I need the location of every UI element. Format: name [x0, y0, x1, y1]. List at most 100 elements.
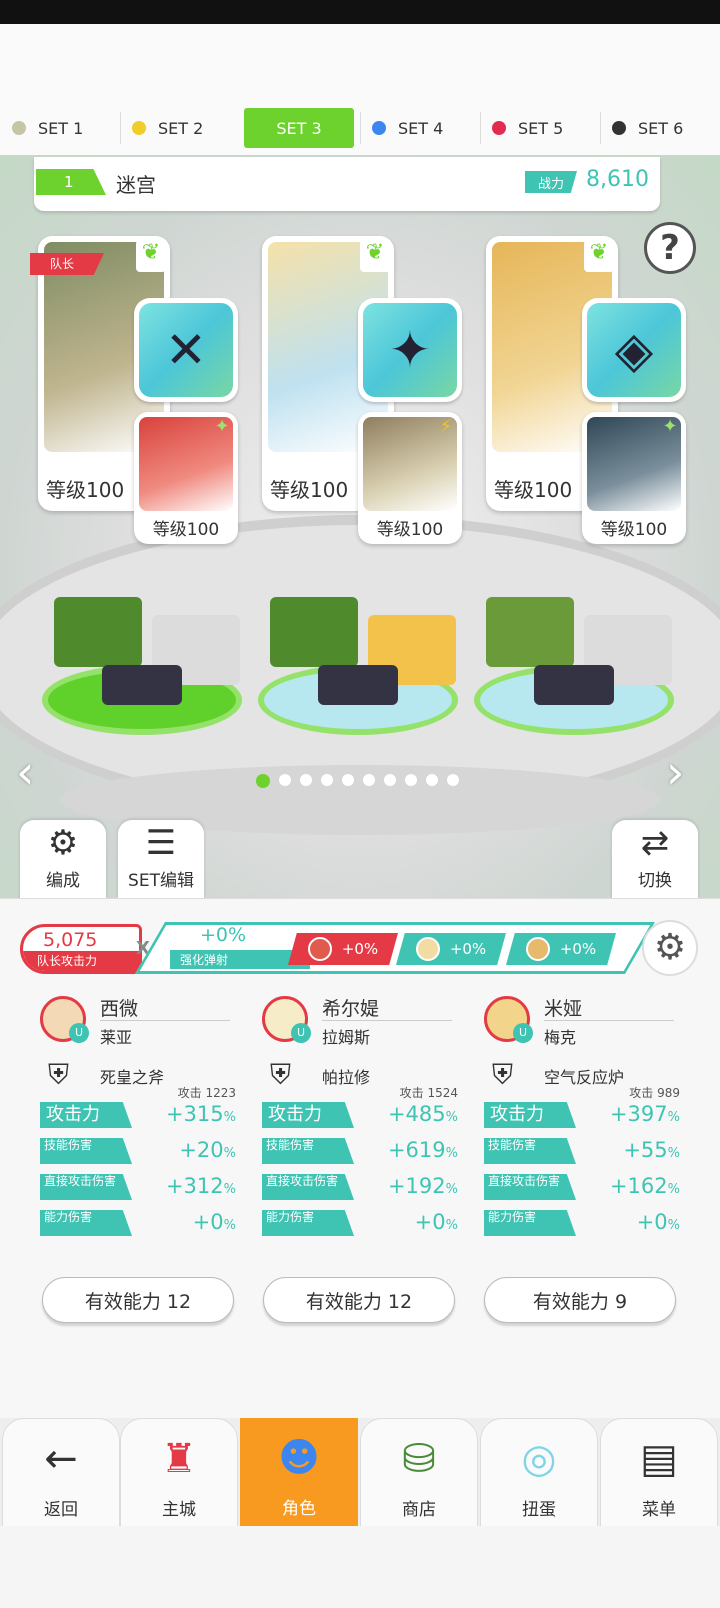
boost-label: 强化弹射	[170, 950, 310, 969]
sub-hero-card-1[interactable]: ✦ 等级100	[134, 412, 238, 544]
stat-ability-damage: 能力伤害 +0%	[262, 1206, 458, 1236]
effective-ability-button-2[interactable]: 有效能力 12	[263, 1277, 455, 1323]
character-column-2: U 希尔媞 拉姆斯 ⛨ 帕拉修 攻击 1524 攻击力 +485% 技能伤害 +619…	[262, 990, 458, 1290]
halberd-weapon-icon: ✦	[363, 303, 457, 397]
set-dot-icon	[132, 121, 146, 135]
shield-sword-icon: ⛨	[270, 1058, 292, 1091]
weapon-name: 帕拉修	[322, 1068, 371, 1087]
page-dot[interactable]	[447, 774, 459, 786]
sub-hero-card-3[interactable]: ✦ 等级100	[582, 412, 686, 544]
stat-skill-damage: 技能伤害 +55%	[484, 1134, 680, 1164]
dungeon-level-badge: 1	[36, 169, 106, 195]
weapon-slot-2[interactable]: ✦	[358, 298, 462, 402]
nav-back[interactable]: ← 返回	[2, 1418, 120, 1526]
sub-character-name: 拉姆斯	[322, 1028, 371, 1047]
tab-set-4[interactable]: SET 4	[372, 108, 476, 148]
leader-badge: 队长	[30, 253, 104, 275]
leaf-element-icon: ❦	[360, 240, 390, 272]
star-icon: ✦	[214, 416, 230, 437]
dungeon-bar[interactable]: 1 迷宫 战力 8,610	[34, 157, 660, 211]
avatar[interactable]: U	[484, 996, 533, 1043]
switch-button[interactable]: ⇄ 切换	[612, 820, 698, 900]
power-label: 战力	[525, 171, 577, 193]
leader-attack-label: 队长攻击力	[23, 951, 139, 971]
weapon-slot-1[interactable]: ✕	[134, 298, 238, 402]
sub-hero-level: 等级100	[600, 520, 668, 540]
tab-set-1[interactable]: SET 1	[12, 108, 116, 148]
character-column-3: U 米娅 梅克 ⛨ 空气反应炉 攻击 989 攻击力 +397% 技能伤害 +55% …	[484, 990, 680, 1290]
stat-direct-damage: 直接攻击伤害 +312%	[40, 1170, 236, 1200]
set-dot-icon	[12, 121, 26, 135]
pedestal-1	[42, 595, 242, 735]
page-dot[interactable]	[256, 774, 270, 788]
boost-value: +0%	[200, 924, 247, 946]
unit-badge-icon: U	[69, 1023, 89, 1043]
nav-gacha[interactable]: ◎ 扭蛋	[480, 1418, 598, 1526]
page-dot[interactable]	[300, 774, 312, 786]
page-dot[interactable]	[405, 774, 417, 786]
hero-face-icon	[415, 937, 440, 961]
page-dot[interactable]	[342, 774, 354, 786]
stat-ability-damage: 能力伤害 +0%	[484, 1206, 680, 1236]
gacha-icon: ◎	[521, 1436, 557, 1482]
set-dot-icon	[372, 121, 386, 135]
weapon-name: 死皇之斧	[100, 1068, 165, 1087]
sub-hero-card-2[interactable]: ⚡ 等级100	[358, 412, 462, 544]
page-dot[interactable]	[426, 774, 438, 786]
tab-set-5[interactable]: SET 5	[492, 108, 596, 148]
chevron-right-icon[interactable]: ›	[666, 745, 684, 799]
tab-set-3[interactable]: SET 3	[244, 108, 354, 148]
page-indicator	[256, 774, 459, 788]
boost-chip-1: +0%	[288, 933, 398, 965]
back-arrow-icon: ←	[44, 1436, 78, 1482]
nav-castle[interactable]: ♜ 主城	[120, 1418, 238, 1526]
nav-character[interactable]: ☻ 角色	[240, 1418, 358, 1526]
stat-attack: 攻击 989 攻击力 +397%	[484, 1086, 680, 1128]
core-weapon-icon: ◈	[587, 303, 681, 397]
nav-shop[interactable]: ⛁ 商店	[360, 1418, 478, 1526]
hero-face-icon	[525, 937, 550, 961]
sub-character-name: 梅克	[544, 1028, 577, 1047]
leaf-element-icon: ❦	[136, 240, 166, 272]
status-bar	[0, 0, 720, 24]
stat-ability-damage: 能力伤害 +0%	[40, 1206, 236, 1236]
effective-ability-button-1[interactable]: 有效能力 12	[42, 1277, 234, 1323]
help-button[interactable]: ?	[644, 222, 696, 274]
stat-direct-damage: 直接攻击伤害 +162%	[484, 1170, 680, 1200]
shield-sword-icon: ⛨	[48, 1058, 70, 1091]
effective-ability-button-3[interactable]: 有效能力 9	[484, 1277, 676, 1323]
page-dot[interactable]	[279, 774, 291, 786]
weapon-slot-3[interactable]: ◈	[582, 298, 686, 402]
power-value: 8,610	[586, 167, 649, 192]
sub-character-name: 莱亚	[100, 1028, 133, 1047]
avatar[interactable]: U	[262, 996, 311, 1043]
hero-face-icon	[307, 937, 332, 961]
leader-attack-box: 5,075 队长攻击力	[20, 924, 142, 974]
tab-set-2[interactable]: SET 2	[132, 108, 236, 148]
set-dot-icon	[612, 121, 626, 135]
stat-attack: 攻击 1223 攻击力 +315%	[40, 1086, 236, 1128]
lightning-icon: ⚡	[439, 416, 453, 437]
tab-set-6[interactable]: SET 6	[612, 108, 716, 148]
page-dot[interactable]	[384, 774, 396, 786]
unit-badge-icon: U	[291, 1023, 311, 1043]
set-edit-button[interactable]: ☰ SET编辑	[118, 820, 204, 900]
boost-main: +0% 强化弹射	[150, 924, 310, 970]
pedestal-3	[474, 595, 674, 735]
chevron-left-icon[interactable]: ‹	[16, 745, 34, 799]
swap-icon: ⇄	[640, 823, 670, 863]
axe-weapon-icon: ✕	[139, 303, 233, 397]
page-dot[interactable]	[363, 774, 375, 786]
stat-skill-damage: 技能伤害 +619%	[262, 1134, 458, 1164]
gear-icon[interactable]: ⚙	[642, 920, 698, 976]
character-icon: ☻	[278, 1435, 320, 1481]
page-dot[interactable]	[321, 774, 333, 786]
edit-team-button[interactable]: ⚙ 编成	[20, 820, 106, 900]
shield-sword-icon: ⛨	[492, 1058, 514, 1091]
leader-attack-value: 5,075	[43, 929, 98, 951]
nav-menu[interactable]: ▤ 菜单	[600, 1418, 718, 1526]
set-tabs: SET 1 SET 2 SET 3 SET 4 SET 5 SET 6	[0, 100, 720, 155]
character-name: 希尔媞	[322, 998, 380, 1020]
stat-direct-damage: 直接攻击伤害 +192%	[262, 1170, 458, 1200]
avatar[interactable]: U	[40, 996, 89, 1043]
